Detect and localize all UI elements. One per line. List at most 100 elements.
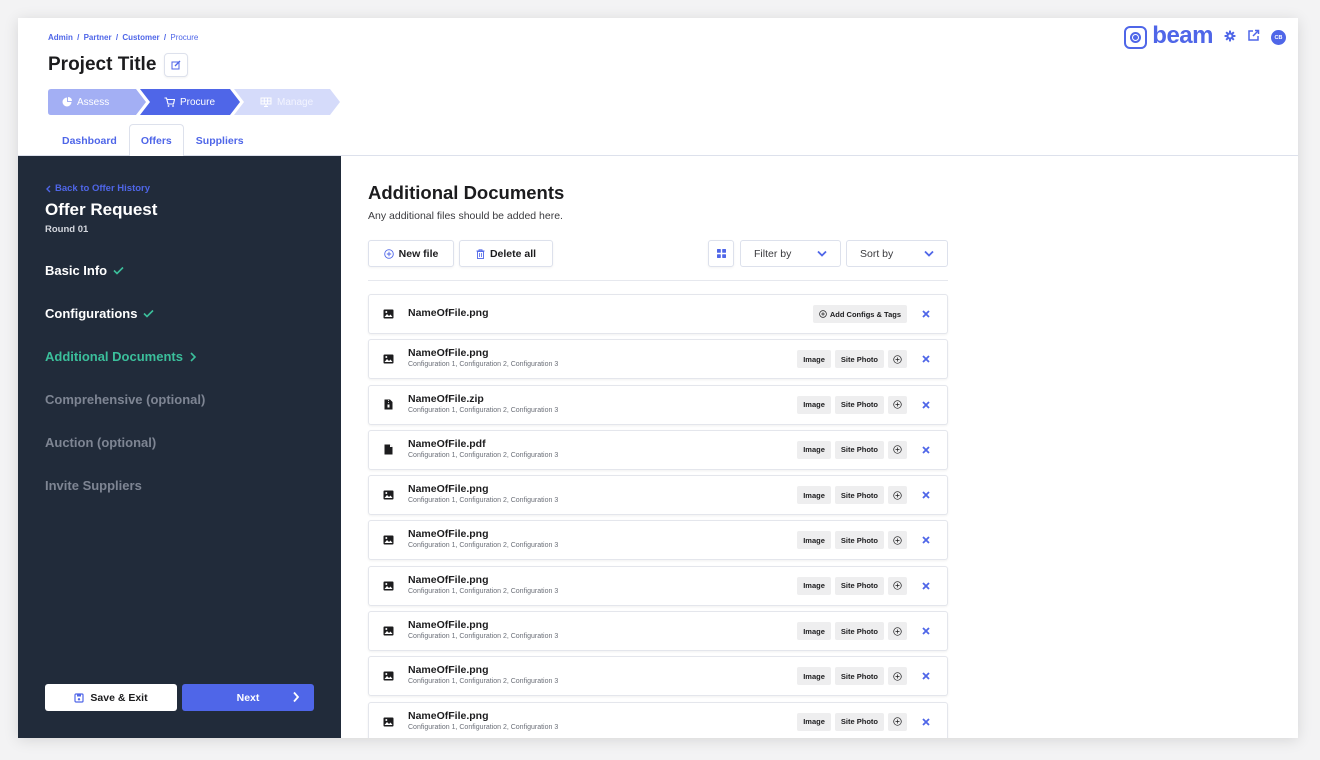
tab-offers[interactable]: Offers (128, 124, 184, 157)
plus-circle-icon (819, 310, 827, 318)
file-row[interactable]: NameOfFile.zip Configuration 1, Configura… (368, 384, 948, 425)
remove-file-button[interactable] (917, 531, 935, 549)
add-tag-button[interactable] (888, 576, 907, 595)
nav-item-additional-documents[interactable]: Additional Documents (45, 349, 197, 364)
file-tag[interactable]: Image (797, 486, 831, 505)
image-file-icon (382, 308, 394, 320)
file-tag[interactable]: Site Photo (834, 395, 884, 414)
file-row[interactable]: NameOfFile.png Configuration 1, Configura… (368, 611, 948, 652)
file-tag[interactable]: Image (797, 531, 831, 550)
file-row[interactable]: NameOfFile.png Configuration 1, Configura… (368, 565, 948, 606)
sort-label: Sort by (860, 247, 894, 260)
file-tag[interactable]: Site Photo (834, 622, 884, 641)
edit-title-button[interactable] (164, 53, 189, 77)
file-configs: Configuration 1, Configuration 2, Config… (408, 497, 559, 505)
external-link-icon[interactable] (1247, 29, 1260, 47)
check-icon (143, 309, 155, 318)
cart-icon (164, 97, 175, 107)
file-row[interactable]: NameOfFile.pdf Configuration 1, Configura… (368, 429, 948, 470)
file-tag[interactable]: Site Photo (834, 486, 884, 505)
file-configs: Configuration 1, Configuration 2, Config… (408, 406, 559, 414)
remove-file-button[interactable] (917, 713, 935, 731)
delete-all-button[interactable]: Delete all (459, 240, 553, 267)
image-file-icon (382, 670, 394, 682)
file-tag[interactable]: Site Photo (834, 350, 884, 369)
tab-suppliers[interactable]: Suppliers (184, 124, 256, 156)
save-exit-button[interactable]: Save & Exit (45, 684, 177, 711)
file-row[interactable]: NameOfFile.png Configuration 1, Configura… (368, 701, 948, 738)
file-tag[interactable]: Site Photo (834, 712, 884, 731)
grid-view-button[interactable] (708, 240, 734, 267)
nav-item-basic-info[interactable]: Basic Info (45, 263, 124, 278)
nav-item-configurations[interactable]: Configurations (45, 306, 155, 321)
wizard-sidebar: Back to Offer History Offer Request Roun… (18, 156, 341, 738)
sort-by-select[interactable]: Sort by (846, 240, 948, 267)
add-tag-button[interactable] (888, 622, 907, 641)
nav-item-comprehensive[interactable]: Comprehensive (optional) (45, 392, 205, 407)
remove-file-button[interactable] (917, 486, 935, 504)
new-file-button[interactable]: New file (368, 240, 454, 267)
remove-file-button[interactable] (917, 622, 935, 640)
remove-file-button[interactable] (917, 396, 935, 414)
back-to-offer-history-link[interactable]: Back to Offer History (45, 183, 150, 194)
file-tag[interactable]: Site Photo (834, 576, 884, 595)
gear-icon[interactable] (1224, 29, 1236, 47)
breadcrumb-partner[interactable]: Partner (84, 33, 112, 42)
remove-file-button[interactable] (917, 350, 935, 368)
nav-label: Additional Documents (45, 349, 183, 364)
chevron-right-icon (293, 691, 300, 703)
file-tag[interactable]: Image (797, 395, 831, 414)
tab-dashboard[interactable]: Dashboard (50, 124, 129, 156)
step-assess[interactable]: Assess (48, 89, 146, 115)
nav-item-invite-suppliers[interactable]: Invite Suppliers (45, 478, 142, 493)
add-configs-tags-button[interactable]: Add Configs & Tags (812, 305, 907, 323)
remove-file-button[interactable] (917, 441, 935, 459)
next-button[interactable]: Next (182, 684, 314, 711)
add-tag-button[interactable] (888, 440, 907, 459)
edit-icon (171, 60, 181, 70)
file-row[interactable]: NameOfFile.png Configuration 1, Configura… (368, 520, 948, 561)
file-row[interactable]: NameOfFile.png Configuration 1, Configura… (368, 475, 948, 516)
file-configs: Configuration 1, Configuration 2, Config… (408, 587, 559, 595)
step-manage[interactable]: Manage (234, 89, 340, 115)
file-tag[interactable]: Site Photo (834, 531, 884, 550)
file-tag[interactable]: Image (797, 622, 831, 641)
remove-file-button[interactable] (917, 667, 935, 685)
file-tag[interactable]: Image (797, 440, 831, 459)
file-row[interactable]: NameOfFile.png Configuration 1, Configura… (368, 656, 948, 697)
add-tag-button[interactable] (888, 531, 907, 550)
file-tag[interactable]: Image (797, 712, 831, 731)
add-tag-button[interactable] (888, 395, 907, 414)
file-row[interactable]: NameOfFile.png Add Configs & Tags (368, 294, 948, 334)
add-tag-button[interactable] (888, 350, 907, 369)
file-tag[interactable]: Image (797, 576, 831, 595)
add-tag-button[interactable] (888, 667, 907, 686)
add-tag-button[interactable] (888, 486, 907, 505)
file-tag[interactable]: Site Photo (834, 667, 884, 686)
remove-file-button[interactable] (917, 577, 935, 595)
nav-item-auction[interactable]: Auction (optional) (45, 435, 156, 450)
step-procure[interactable]: Procure (140, 89, 240, 115)
add-tag-button[interactable] (888, 712, 907, 731)
plus-circle-icon (893, 536, 902, 545)
image-file-icon (382, 489, 394, 501)
breadcrumb-customer[interactable]: Customer (122, 33, 159, 42)
plus-circle-icon (383, 248, 394, 259)
filter-label: Filter by (754, 247, 792, 260)
beam-logo[interactable]: beam (1124, 24, 1213, 49)
file-tag[interactable]: Image (797, 350, 831, 369)
file-configs: Configuration 1, Configuration 2, Config… (408, 361, 559, 369)
filter-by-select[interactable]: Filter by (740, 240, 841, 267)
remove-file-button[interactable] (917, 305, 935, 323)
file-actions: Image Site Photo (797, 350, 935, 369)
user-avatar[interactable]: CB (1271, 30, 1286, 45)
breadcrumb-admin[interactable]: Admin (48, 33, 73, 42)
grid-icon (716, 249, 726, 258)
breadcrumb-procure[interactable]: Procure (170, 33, 198, 42)
nav-label: Auction (optional) (45, 435, 157, 450)
step-label: Manage (277, 96, 314, 108)
file-row[interactable]: NameOfFile.png Configuration 1, Configura… (368, 339, 948, 380)
close-icon (922, 627, 930, 635)
file-tag[interactable]: Image (797, 667, 831, 686)
file-tag[interactable]: Site Photo (834, 440, 884, 459)
